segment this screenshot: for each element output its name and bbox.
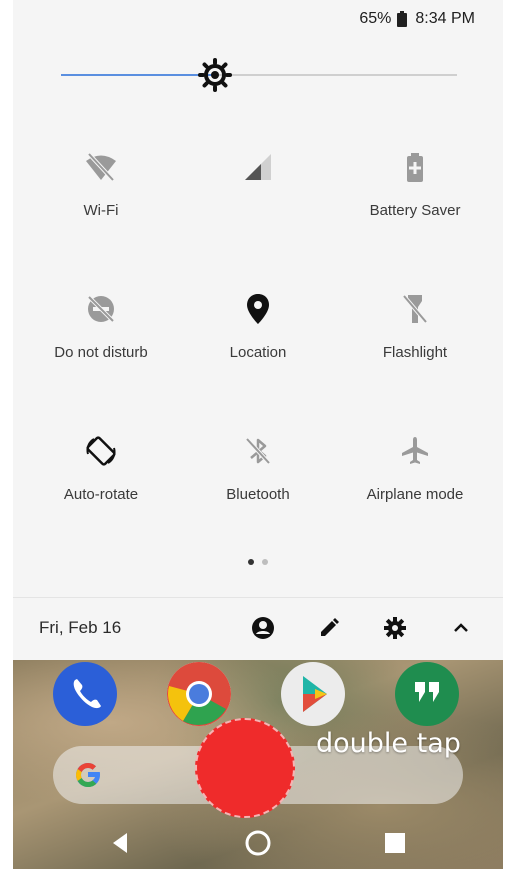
- cell-signal-icon: [245, 154, 271, 180]
- tile-label-flashlight: Flashlight: [382, 344, 448, 361]
- record-tap-target[interactable]: [195, 718, 295, 818]
- quick-settings-footer: Fri, Feb 16: [13, 597, 503, 660]
- hangouts-app-icon[interactable]: [395, 662, 459, 726]
- date-label: Fri, Feb 16: [39, 618, 122, 637]
- collapse-chevron-up-icon[interactable]: [447, 614, 475, 642]
- edit-pencil-icon[interactable]: [315, 614, 343, 642]
- tile-airplane-mode[interactable]: Airplane mode: [330, 434, 500, 503]
- gesture-hint: double tap: [316, 728, 461, 759]
- page-dot[interactable]: [262, 559, 269, 565]
- navigation-bar: [13, 817, 503, 869]
- location-pin-icon: [247, 294, 269, 324]
- tile-wifi[interactable]: Wi-Fi: [16, 150, 186, 219]
- quick-settings-screen: 65% 8:34 PM Wi-Fi Battery Saver Do not d…: [13, 0, 503, 869]
- tile-location[interactable]: Location: [173, 292, 343, 361]
- play-store-app-icon[interactable]: [281, 662, 345, 726]
- recents-icon[interactable]: [381, 829, 409, 857]
- battery-saver-icon: [407, 153, 423, 182]
- home-icon[interactable]: [244, 829, 272, 857]
- battery-icon: [397, 11, 408, 27]
- page-dot-active[interactable]: [247, 559, 254, 565]
- wifi-off-icon: [86, 152, 116, 182]
- tile-label-airplane-mode: Airplane mode: [366, 486, 464, 503]
- tile-label-wifi: Wi-Fi: [83, 202, 119, 219]
- page-indicator: [13, 552, 503, 570]
- brightness-thumb-icon[interactable]: [198, 58, 233, 92]
- settings-gear-icon[interactable]: [381, 614, 409, 642]
- tile-cellular[interactable]: [173, 150, 343, 202]
- chrome-app-icon[interactable]: [167, 662, 231, 726]
- status-bar: 65% 8:34 PM: [359, 8, 475, 30]
- tile-label-bluetooth: Bluetooth: [226, 486, 290, 503]
- bluetooth-off-icon: [245, 437, 271, 465]
- tile-flashlight[interactable]: Flashlight: [330, 292, 500, 361]
- battery-percent: 65%: [359, 10, 392, 27]
- brightness-slider[interactable]: [61, 58, 457, 92]
- flashlight-icon: [402, 294, 428, 324]
- user-account-icon[interactable]: [249, 614, 277, 642]
- tile-bluetooth[interactable]: Bluetooth: [173, 434, 343, 503]
- tile-label-auto-rotate: Auto-rotate: [63, 486, 139, 503]
- airplane-icon: [402, 437, 428, 464]
- phone-app-icon[interactable]: [53, 662, 117, 726]
- auto-rotate-icon: [86, 436, 116, 466]
- home-screen: double tap: [13, 660, 503, 869]
- back-icon[interactable]: [107, 829, 135, 857]
- tile-do-not-disturb[interactable]: Do not disturb: [16, 292, 186, 361]
- do-not-disturb-icon: [87, 295, 115, 323]
- clock: 8:34 PM: [415, 10, 475, 27]
- tile-label-location: Location: [229, 344, 287, 361]
- tile-label-battery-saver: Battery Saver: [369, 202, 461, 219]
- brightness-fill: [61, 74, 216, 76]
- tile-label-do-not-disturb: Do not disturb: [54, 344, 148, 361]
- tile-auto-rotate[interactable]: Auto-rotate: [16, 434, 186, 503]
- tile-battery-saver[interactable]: Battery Saver: [330, 150, 500, 219]
- google-logo-icon: [76, 763, 100, 787]
